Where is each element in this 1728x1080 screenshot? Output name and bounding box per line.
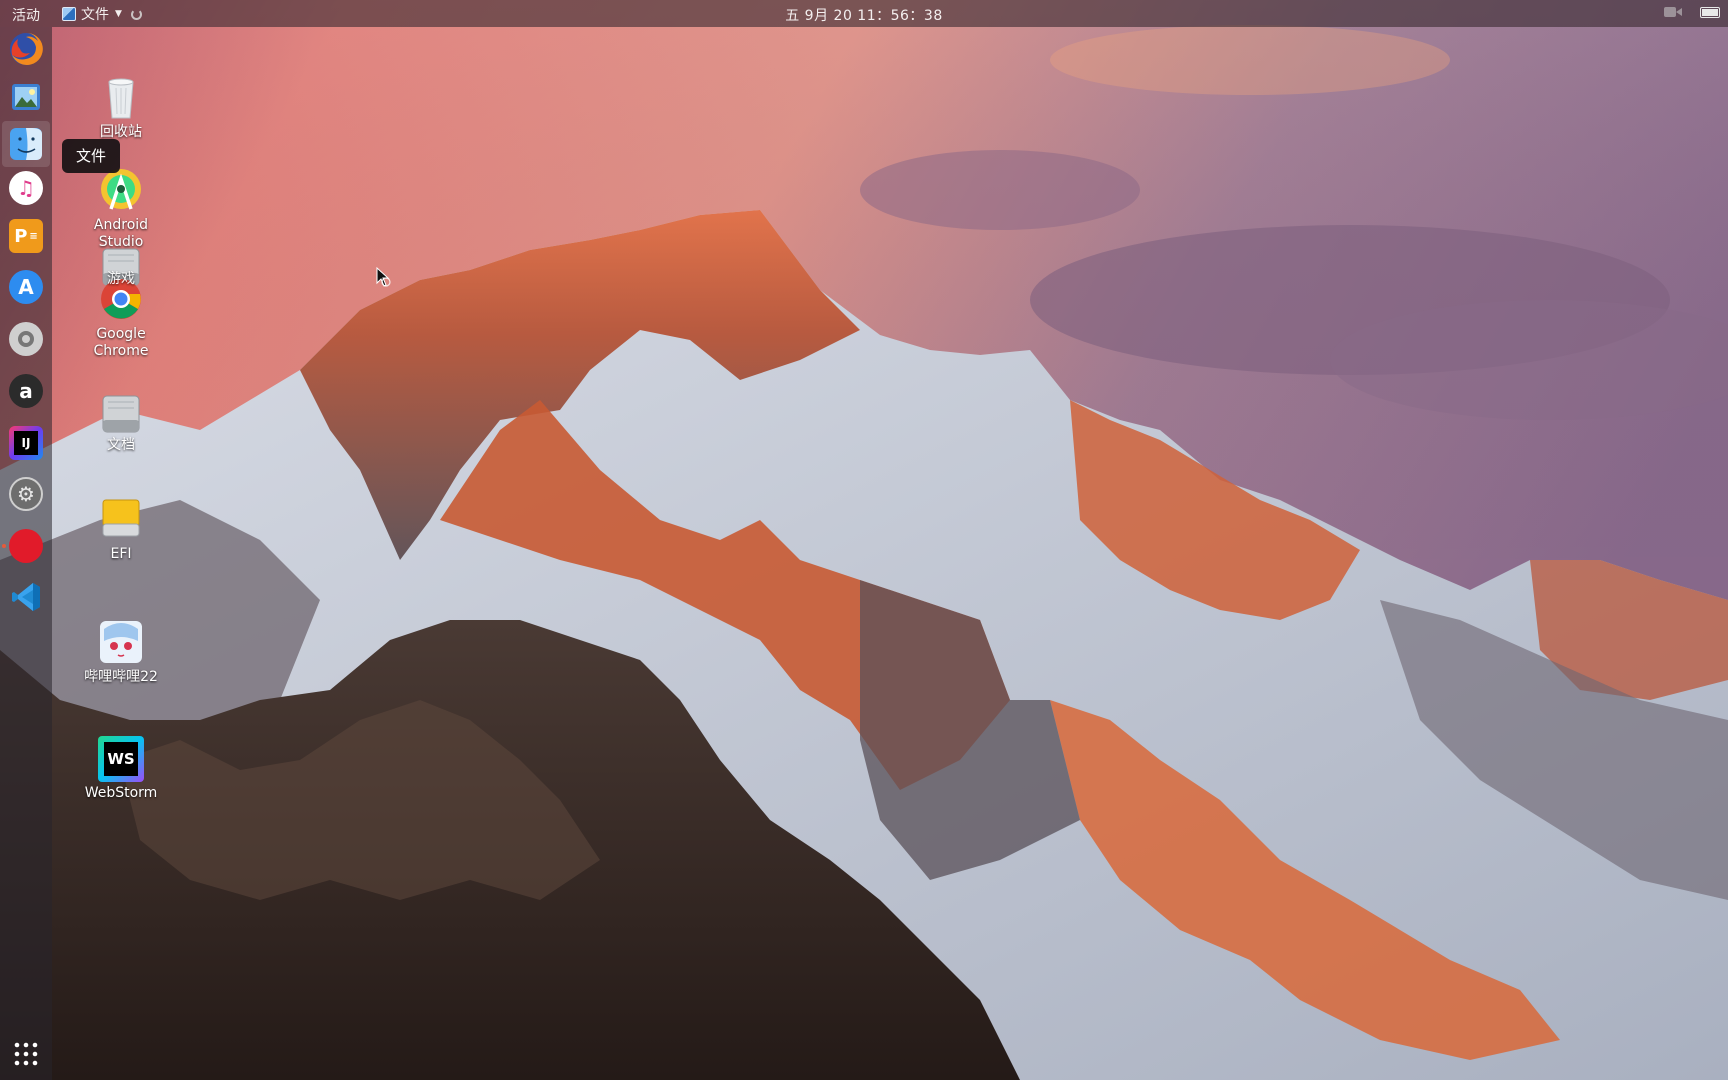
dock-item-vscode[interactable] [7,578,45,616]
desktop-icon-chrome[interactable]: 游戏 Google Chrome [71,271,171,360]
desktop-wallpaper [0,0,1728,1080]
trash-icon [108,78,134,119]
efi-drive-icon [102,499,140,537]
music-icon: ♫ [9,171,43,205]
app-store-icon: A [9,270,43,304]
firefox-icon [10,32,43,65]
activities-button[interactable]: 活动 [12,5,40,25]
desktop-icon-label: WebStorm [84,785,158,801]
app-grid-icon [14,1042,38,1066]
app-menu[interactable]: 文件 ▼ [62,4,142,24]
desktop-icon-webstorm[interactable]: WS WebStorm [71,736,171,802]
webstorm-icon: WS [98,736,144,782]
finder-icon [10,128,42,160]
desktop-icon-label: 文档 [107,437,135,453]
battery-icon[interactable] [1700,6,1720,18]
desktop-icon-documents-drive[interactable]: 文档 [71,392,171,454]
dock-item-image-viewer[interactable] [7,78,45,116]
files-app-icon [62,7,76,21]
dock-item-recorder[interactable] [2,527,45,565]
desktop-icon-label: 游戏 [107,271,135,287]
dock-item-firefox[interactable] [7,30,45,68]
running-indicator [2,544,6,548]
clock-datetime[interactable]: 五 9月 20 11：56：38 [785,8,943,24]
amazon-icon: a [9,374,43,408]
dock: ♫ P ≡ A a IJ ⚙ [0,27,52,1080]
dock-tooltip: 文件 [62,139,121,173]
android-studio-icon [101,169,141,210]
dock-item-help[interactable] [7,320,45,358]
desktop-icon-label: 哔哩哔哩22 [84,669,158,685]
desktop-icon-label: EFI [110,546,132,562]
photo-icon [12,84,40,110]
dock-item-intellij[interactable]: IJ [7,424,45,462]
presentation-icon: P ≡ [9,219,43,253]
dock-item-files[interactable] [2,121,50,167]
top-bar: 活动 文件 ▼ 五 9月 20 11：56：38 [0,0,1728,27]
desktop-icon-bilibili[interactable]: 哔哩哔哩22 [71,619,171,686]
mouse-pointer-icon [376,267,391,287]
bilibili-icon [100,621,142,663]
desktop-icon-trash[interactable]: 回收站 [71,74,171,141]
app-menu-label: 文件 [81,7,109,23]
dock-item-settings[interactable]: ⚙ [7,475,45,513]
desktop-icon-android-studio[interactable]: Android Studio [71,167,171,251]
status-area[interactable] [1664,6,1720,18]
drive-icon [102,395,140,433]
dock-item-amazon[interactable]: a [7,372,45,410]
help-icon [9,322,43,356]
dock-item-presentation[interactable]: P ≡ [7,217,45,255]
desktop-icon-efi[interactable]: EFI [71,496,171,563]
dock-item-show-applications[interactable] [7,1035,45,1073]
settings-icon: ⚙ [9,477,43,511]
desktop-icon-label: Google Chrome [93,326,149,359]
intellij-icon: IJ [9,426,43,460]
dock-item-music[interactable]: ♫ [7,169,45,207]
record-icon [9,529,43,563]
dock-item-app-store[interactable]: A [7,268,45,306]
loading-spinner-icon [130,8,142,20]
vscode-icon [12,583,40,611]
chevron-down-icon: ▼ [115,9,122,19]
camera-icon[interactable] [1664,6,1682,18]
